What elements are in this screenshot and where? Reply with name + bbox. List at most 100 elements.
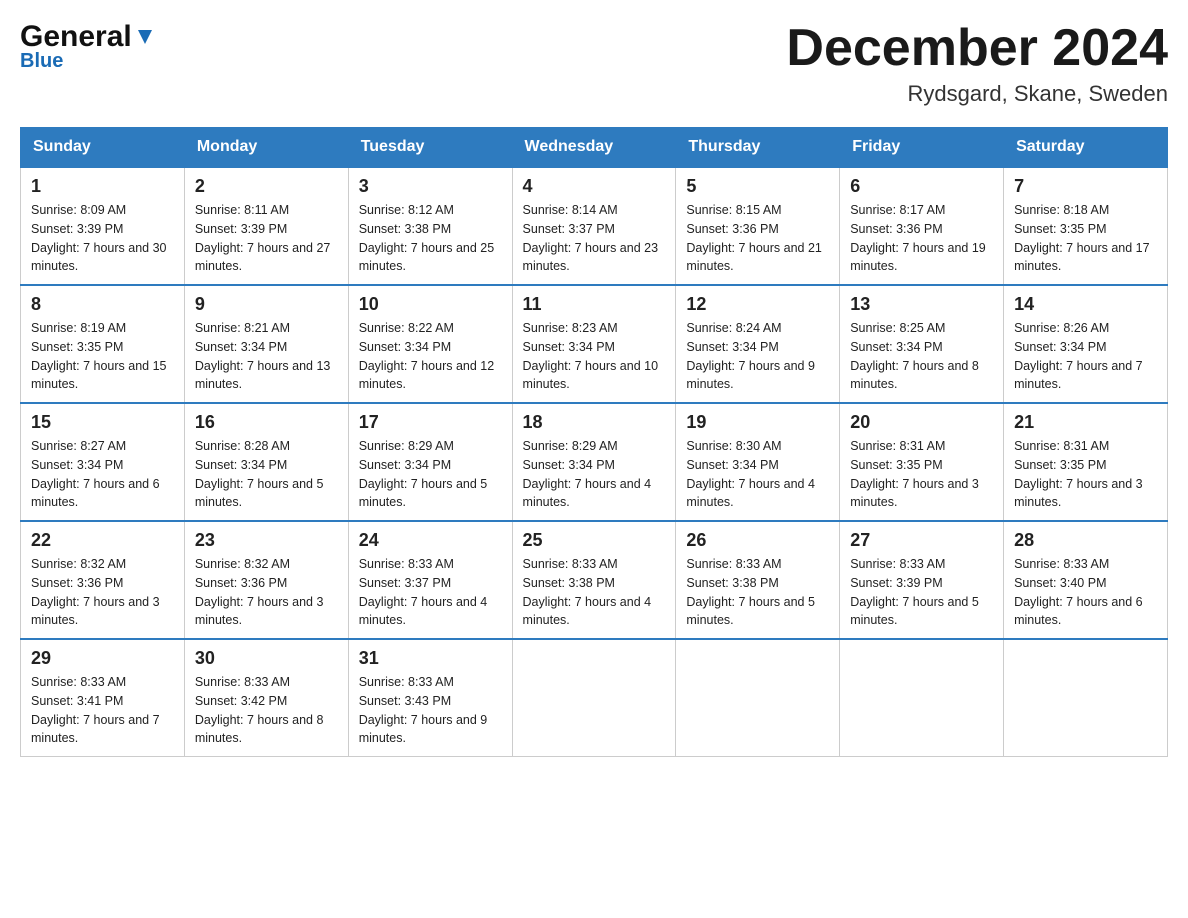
day-info: Sunrise: 8:33 AMSunset: 3:41 PMDaylight:… [31,673,174,748]
calendar-cell: 24 Sunrise: 8:33 AMSunset: 3:37 PMDayligh… [348,521,512,639]
day-info: Sunrise: 8:31 AMSunset: 3:35 PMDaylight:… [850,437,993,512]
calendar-cell: 1 Sunrise: 8:09 AMSunset: 3:39 PMDaylight… [21,167,185,285]
day-number: 3 [359,176,502,197]
calendar-cell: 23 Sunrise: 8:32 AMSunset: 3:36 PMDayligh… [184,521,348,639]
calendar-table: SundayMondayTuesdayWednesdayThursdayFrid… [20,127,1168,757]
logo-general-text: General [20,20,132,54]
calendar-cell: 30Sunrise: 8:33 AMSunset: 3:42 PMDayligh… [184,639,348,757]
day-info: Sunrise: 8:24 AMSunset: 3:34 PMDaylight:… [686,319,829,394]
day-number: 23 [195,530,338,551]
calendar-cell: 15Sunrise: 8:27 AMSunset: 3:34 PMDayligh… [21,403,185,521]
day-number: 28 [1014,530,1157,551]
weekday-header-friday: Friday [840,128,1004,168]
calendar-body: 1 Sunrise: 8:09 AMSunset: 3:39 PMDaylight… [21,167,1168,757]
day-number: 8 [31,294,174,315]
calendar-cell: 20Sunrise: 8:31 AMSunset: 3:35 PMDayligh… [840,403,1004,521]
calendar-week-row: 29 Sunrise: 8:33 AMSunset: 3:41 PMDayligh… [21,639,1168,757]
day-number: 12 [686,294,829,315]
day-number: 26 [686,530,829,551]
day-info: Sunrise: 8:33 AMSunset: 3:40 PMDaylight:… [1014,555,1157,630]
day-number: 2 [195,176,338,197]
calendar-cell [676,639,840,757]
day-info: Sunrise: 8:33 AMSunset: 3:39 PMDaylight:… [850,555,993,630]
day-number: 7 [1014,176,1157,197]
day-number: 13 [850,294,993,315]
day-number: 24 [359,530,502,551]
weekday-header-wednesday: Wednesday [512,128,676,168]
calendar-cell: 22 Sunrise: 8:32 AMSunset: 3:36 PMDayligh… [21,521,185,639]
calendar-cell: 3Sunrise: 8:12 AMSunset: 3:38 PMDaylight… [348,167,512,285]
calendar-cell: 17 Sunrise: 8:29 AMSunset: 3:34 PMDayligh… [348,403,512,521]
calendar-cell [512,639,676,757]
day-info: Sunrise: 8:27 AMSunset: 3:34 PMDaylight:… [31,437,174,512]
calendar-cell: 2Sunrise: 8:11 AMSunset: 3:39 PMDaylight… [184,167,348,285]
weekday-header-sunday: Sunday [21,128,185,168]
calendar-cell: 7 Sunrise: 8:18 AMSunset: 3:35 PMDaylight… [1004,167,1168,285]
day-info: Sunrise: 8:18 AMSunset: 3:35 PMDaylight:… [1014,201,1157,276]
calendar-cell: 19Sunrise: 8:30 AMSunset: 3:34 PMDayligh… [676,403,840,521]
day-number: 27 [850,530,993,551]
day-info: Sunrise: 8:19 AMSunset: 3:35 PMDaylight:… [31,319,174,394]
day-info: Sunrise: 8:29 AMSunset: 3:34 PMDaylight:… [359,437,502,512]
day-info: Sunrise: 8:15 AMSunset: 3:36 PMDaylight:… [686,201,829,276]
day-info: Sunrise: 8:28 AMSunset: 3:34 PMDaylight:… [195,437,338,512]
calendar-cell: 25Sunrise: 8:33 AMSunset: 3:38 PMDayligh… [512,521,676,639]
calendar-cell [1004,639,1168,757]
day-info: Sunrise: 8:09 AMSunset: 3:39 PMDaylight:… [31,201,174,276]
calendar-cell: 4 Sunrise: 8:14 AMSunset: 3:37 PMDaylight… [512,167,676,285]
weekday-header-thursday: Thursday [676,128,840,168]
calendar-header: SundayMondayTuesdayWednesdayThursdayFrid… [21,128,1168,168]
day-info: Sunrise: 8:33 AMSunset: 3:42 PMDaylight:… [195,673,338,748]
calendar-cell: 27 Sunrise: 8:33 AMSunset: 3:39 PMDayligh… [840,521,1004,639]
day-number: 22 [31,530,174,551]
calendar-cell: 18Sunrise: 8:29 AMSunset: 3:34 PMDayligh… [512,403,676,521]
calendar-cell: 5 Sunrise: 8:15 AMSunset: 3:36 PMDaylight… [676,167,840,285]
day-number: 11 [523,294,666,315]
day-info: Sunrise: 8:25 AMSunset: 3:34 PMDaylight:… [850,319,993,394]
weekday-header-monday: Monday [184,128,348,168]
calendar-week-row: 22 Sunrise: 8:32 AMSunset: 3:36 PMDayligh… [21,521,1168,639]
day-number: 9 [195,294,338,315]
calendar-cell: 29 Sunrise: 8:33 AMSunset: 3:41 PMDayligh… [21,639,185,757]
day-info: Sunrise: 8:33 AMSunset: 3:37 PMDaylight:… [359,555,502,630]
day-number: 29 [31,648,174,669]
weekday-header-tuesday: Tuesday [348,128,512,168]
day-number: 17 [359,412,502,433]
day-number: 21 [1014,412,1157,433]
calendar-cell: 8 Sunrise: 8:19 AMSunset: 3:35 PMDaylight… [21,285,185,403]
day-info: Sunrise: 8:33 AMSunset: 3:43 PMDaylight:… [359,673,502,748]
header: General Blue December 2024 Rydsgard, Ska… [20,20,1168,107]
calendar-cell: 28 Sunrise: 8:33 AMSunset: 3:40 PMDayligh… [1004,521,1168,639]
day-number: 6 [850,176,993,197]
calendar-cell: 12 Sunrise: 8:24 AMSunset: 3:34 PMDayligh… [676,285,840,403]
calendar-cell: 11Sunrise: 8:23 AMSunset: 3:34 PMDayligh… [512,285,676,403]
day-info: Sunrise: 8:26 AMSunset: 3:34 PMDaylight:… [1014,319,1157,394]
day-info: Sunrise: 8:21 AMSunset: 3:34 PMDaylight:… [195,319,338,394]
calendar-week-row: 8 Sunrise: 8:19 AMSunset: 3:35 PMDaylight… [21,285,1168,403]
logo: General Blue [20,20,156,73]
day-info: Sunrise: 8:22 AMSunset: 3:34 PMDaylight:… [359,319,502,394]
day-number: 19 [686,412,829,433]
day-info: Sunrise: 8:32 AMSunset: 3:36 PMDaylight:… [195,555,338,630]
calendar-cell: 13 Sunrise: 8:25 AMSunset: 3:34 PMDayligh… [840,285,1004,403]
weekday-header-row: SundayMondayTuesdayWednesdayThursdayFrid… [21,128,1168,168]
logo-blue-text: Blue [20,50,63,73]
calendar-cell: 21 Sunrise: 8:31 AMSunset: 3:35 PMDayligh… [1004,403,1168,521]
calendar-cell: 26Sunrise: 8:33 AMSunset: 3:38 PMDayligh… [676,521,840,639]
day-info: Sunrise: 8:31 AMSunset: 3:35 PMDaylight:… [1014,437,1157,512]
calendar-week-row: 15Sunrise: 8:27 AMSunset: 3:34 PMDayligh… [21,403,1168,521]
day-number: 14 [1014,294,1157,315]
month-title: December 2024 [786,20,1168,77]
day-info: Sunrise: 8:32 AMSunset: 3:36 PMDaylight:… [31,555,174,630]
day-info: Sunrise: 8:14 AMSunset: 3:37 PMDaylight:… [523,201,666,276]
calendar-cell: 9 Sunrise: 8:21 AMSunset: 3:34 PMDaylight… [184,285,348,403]
logo-triangle-icon [134,26,156,48]
weekday-header-saturday: Saturday [1004,128,1168,168]
calendar-cell: 31Sunrise: 8:33 AMSunset: 3:43 PMDayligh… [348,639,512,757]
calendar-cell [840,639,1004,757]
day-number: 1 [31,176,174,197]
day-info: Sunrise: 8:29 AMSunset: 3:34 PMDaylight:… [523,437,666,512]
location-title: Rydsgard, Skane, Sweden [786,81,1168,107]
day-number: 4 [523,176,666,197]
day-number: 5 [686,176,829,197]
